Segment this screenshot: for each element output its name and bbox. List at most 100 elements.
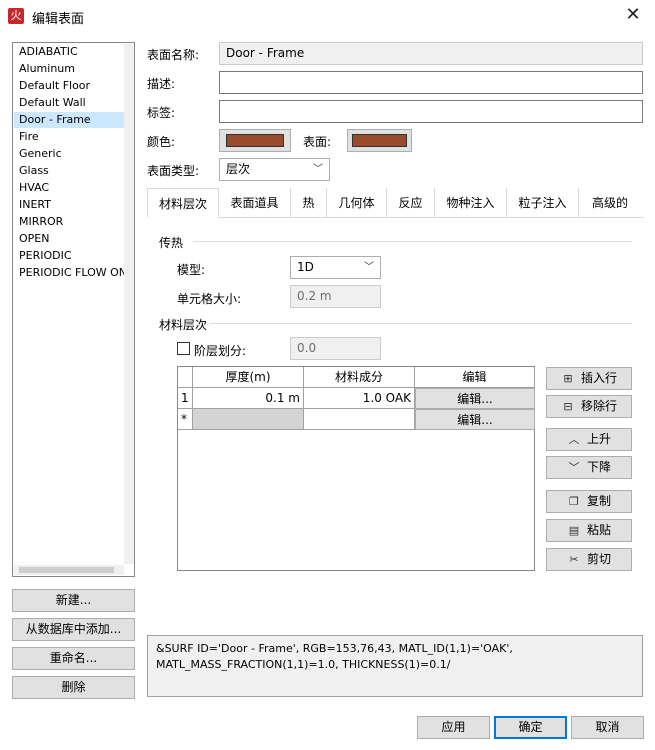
paste-button[interactable]: ▤ 粘贴 [546, 519, 632, 542]
surface-list[interactable]: ADIABATIC Aluminum Default Floor Default Wa… [12, 42, 135, 577]
surface-name-label: 表面名称: [147, 48, 200, 62]
model-value: 1D [297, 260, 314, 274]
insert-row-label: 插入行 [580, 371, 617, 385]
surface-color-label: 表面: [303, 135, 332, 149]
fds-line: MATL_MASS_FRACTION(1,1)=1.0, THICKNESS(1… [156, 658, 451, 671]
fds-line: &SURF ID='Door - Frame', RGB=153,76,43, … [156, 642, 513, 655]
move-down-button[interactable]: ﹀ 下降 [546, 456, 632, 479]
move-down-label: 下降 [586, 460, 611, 474]
remove-row-icon: ⊟ [563, 400, 573, 413]
remove-row-label: 移除行 [580, 399, 617, 413]
surface-name-field[interactable]: Door - Frame [219, 42, 643, 65]
list-item[interactable]: PERIODIC [14, 248, 124, 264]
cancel-button[interactable]: 取消 [571, 716, 644, 739]
insert-row-button[interactable]: ⊞ 插入行 [546, 367, 632, 390]
cell-size-field: 0.2 m [290, 285, 381, 308]
paste-icon: ▤ [568, 524, 580, 537]
description-label: 描述: [147, 77, 176, 91]
list-item[interactable]: Generic [14, 146, 124, 162]
material-layers-group-title: 材料层次 [159, 318, 208, 332]
material-layer-table: 厚度(m) 材料成分 编辑 1 0.1 m 1.0 OAK 编辑... * 编辑… [177, 366, 535, 571]
surface-color-swatch [352, 134, 407, 147]
table-cell-thickness[interactable]: 0.1 m [193, 388, 304, 409]
model-label: 模型: [177, 263, 206, 277]
color-swatch [226, 134, 284, 147]
paste-label: 粘贴 [586, 523, 611, 537]
app-logo-icon: 火 [8, 8, 24, 24]
color-picker-button[interactable] [219, 129, 291, 152]
copy-label: 复制 [586, 494, 611, 508]
chevron-up-icon: ︿ [568, 433, 580, 446]
move-up-button[interactable]: ︿ 上升 [546, 428, 632, 451]
chevron-down-icon: ﹀ [313, 164, 323, 175]
surface-type-label: 表面类型: [147, 164, 200, 178]
cut-label: 剪切 [586, 552, 611, 566]
list-item[interactable]: Glass [14, 163, 124, 179]
surface-color-picker-button[interactable] [347, 129, 412, 152]
remove-row-button[interactable]: ⊟ 移除行 [546, 395, 632, 418]
list-item[interactable]: MIRROR [14, 214, 124, 230]
copy-button[interactable]: ❐ 复制 [546, 490, 632, 513]
list-item[interactable]: ADIABATIC [14, 44, 124, 60]
edit-layer-button[interactable]: 编辑... [415, 409, 535, 430]
insert-row-icon: ⊞ [563, 372, 573, 385]
delete-button[interactable]: 删除 [12, 676, 135, 699]
apply-button[interactable]: 应用 [417, 716, 490, 739]
tab-species-injection[interactable]: 物种注入 [435, 188, 507, 218]
surface-type-select[interactable]: 层次 ﹀ [219, 158, 330, 181]
scrollbar-thumb[interactable] [19, 567, 114, 573]
cut-button[interactable]: ✂ 剪切 [546, 548, 632, 571]
copy-icon: ❐ [569, 495, 579, 508]
title-bar: 火 编辑表面 ✕ [0, 0, 655, 32]
tab-reaction[interactable]: 反应 [387, 188, 435, 218]
window-title: 编辑表面 [32, 12, 85, 27]
description-field[interactable] [219, 71, 643, 94]
list-item[interactable]: Aluminum [14, 61, 124, 77]
tab-material-layers[interactable]: 材料层次 [147, 188, 219, 218]
group-divider [210, 323, 632, 324]
list-item[interactable]: Default Floor [14, 78, 124, 94]
tab-thermal[interactable]: 热 [291, 188, 327, 218]
stratify-checkbox[interactable] [177, 342, 190, 355]
stratify-field: 0.0 [290, 337, 381, 360]
tab-advanced[interactable]: 高级的 [579, 188, 641, 218]
table-row-index: * [178, 409, 193, 430]
table-header-thickness: 厚度(m) [193, 367, 304, 388]
edit-layer-button[interactable]: 编辑... [415, 388, 535, 409]
model-select[interactable]: 1D ﹀ [290, 256, 381, 279]
list-item[interactable]: Door - Frame [14, 112, 124, 128]
rename-button[interactable]: 重命名... [12, 647, 135, 670]
list-item[interactable]: INERT [14, 197, 124, 213]
move-up-label: 上升 [586, 432, 611, 446]
list-item[interactable]: Default Wall [14, 95, 124, 111]
new-button[interactable]: 新建... [12, 589, 135, 612]
table-header-cell [178, 367, 193, 388]
table-header-composition: 材料成分 [304, 367, 415, 388]
list-horizontal-scrollbar[interactable] [14, 565, 124, 575]
table-header-edit: 编辑 [415, 367, 535, 388]
tab-particle-injection[interactable]: 粒子注入 [507, 188, 579, 218]
table-cell-composition[interactable]: 1.0 OAK [304, 388, 415, 409]
fds-preview-text: &SURF ID='Door - Frame', RGB=153,76,43, … [147, 635, 643, 697]
table-cell-composition[interactable] [304, 409, 415, 430]
tab-surface-props[interactable]: 表面道具 [219, 188, 291, 218]
list-vertical-scrollbar[interactable] [124, 44, 134, 564]
heat-transfer-group-title: 传热 [159, 236, 184, 250]
list-item[interactable]: HVAC [14, 180, 124, 196]
tab-geometry[interactable]: 几何体 [327, 188, 387, 218]
stratify-label: 阶层划分: [194, 344, 247, 358]
table-row-index: 1 [178, 388, 193, 409]
tag-label: 标签: [147, 106, 176, 120]
surface-type-value: 层次 [226, 162, 251, 176]
ok-button[interactable]: 确定 [494, 716, 567, 739]
chevron-down-icon: ﹀ [364, 262, 374, 273]
chevron-down-icon: ﹀ [568, 461, 580, 474]
list-item[interactable]: PERIODIC FLOW ONLY [14, 265, 124, 281]
add-from-database-button[interactable]: 从数据库中添加... [12, 618, 135, 641]
close-icon[interactable]: ✕ [622, 4, 644, 26]
tag-field[interactable] [219, 100, 643, 123]
table-cell-thickness[interactable] [193, 409, 304, 430]
list-item[interactable]: Fire [14, 129, 124, 145]
color-label: 颜色: [147, 135, 176, 149]
list-item[interactable]: OPEN [14, 231, 124, 247]
